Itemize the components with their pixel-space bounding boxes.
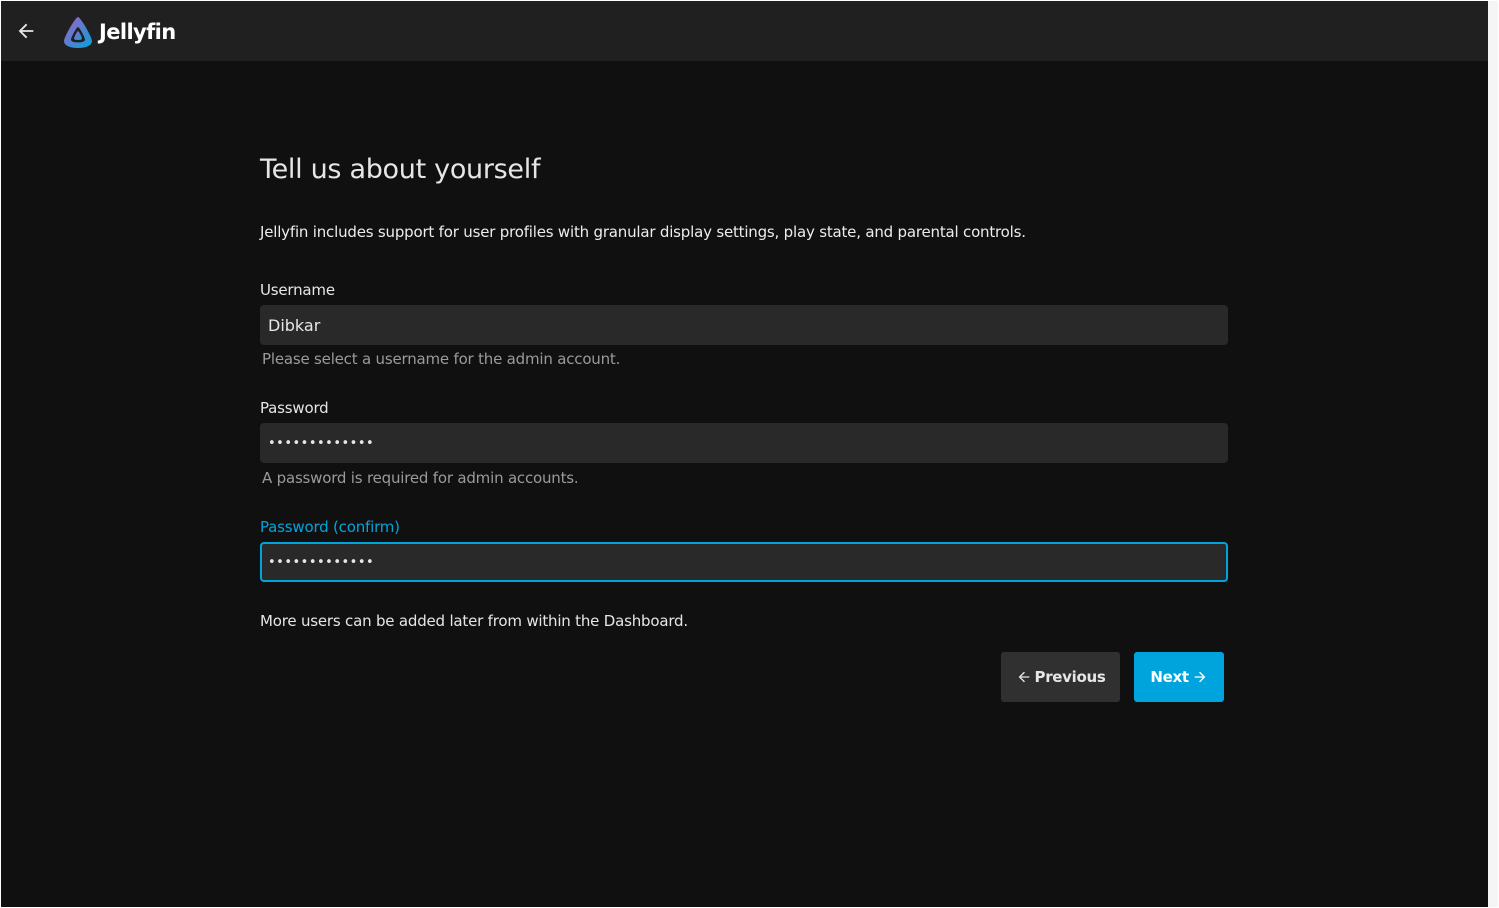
jellyfin-logo[interactable]: Jellyfin bbox=[61, 15, 176, 49]
previous-button-label: Previous bbox=[1034, 668, 1106, 686]
arrow-right-icon bbox=[1194, 671, 1206, 683]
page-title: Tell us about yourself bbox=[260, 154, 541, 185]
logo-text: Jellyfin bbox=[99, 20, 176, 44]
previous-button[interactable]: Previous bbox=[1001, 652, 1120, 702]
arrow-back-icon bbox=[18, 23, 34, 39]
app-root: Jellyfin Tell us about yourself Jellyfin… bbox=[1, 1, 1488, 907]
footer-note: More users can be added later from withi… bbox=[260, 612, 688, 630]
scrollbar[interactable] bbox=[1488, 1, 1498, 907]
header-bar: Jellyfin bbox=[1, 1, 1488, 61]
username-field[interactable] bbox=[260, 305, 1228, 345]
password-field[interactable] bbox=[260, 423, 1228, 463]
password-confirm-field[interactable] bbox=[260, 542, 1228, 582]
username-hint: Please select a username for the admin a… bbox=[262, 350, 621, 368]
username-label: Username bbox=[260, 281, 335, 299]
back-button[interactable] bbox=[9, 14, 43, 48]
password-hint: A password is required for admin account… bbox=[262, 469, 579, 487]
next-button[interactable]: Next bbox=[1134, 652, 1224, 702]
password-label: Password bbox=[260, 399, 329, 417]
arrow-left-icon bbox=[1018, 671, 1029, 683]
jellyfin-logo-icon bbox=[64, 17, 92, 48]
next-button-label: Next bbox=[1150, 668, 1189, 686]
password-confirm-label: Password (confirm) bbox=[260, 518, 400, 536]
intro-text: Jellyfin includes support for user profi… bbox=[260, 223, 1026, 241]
